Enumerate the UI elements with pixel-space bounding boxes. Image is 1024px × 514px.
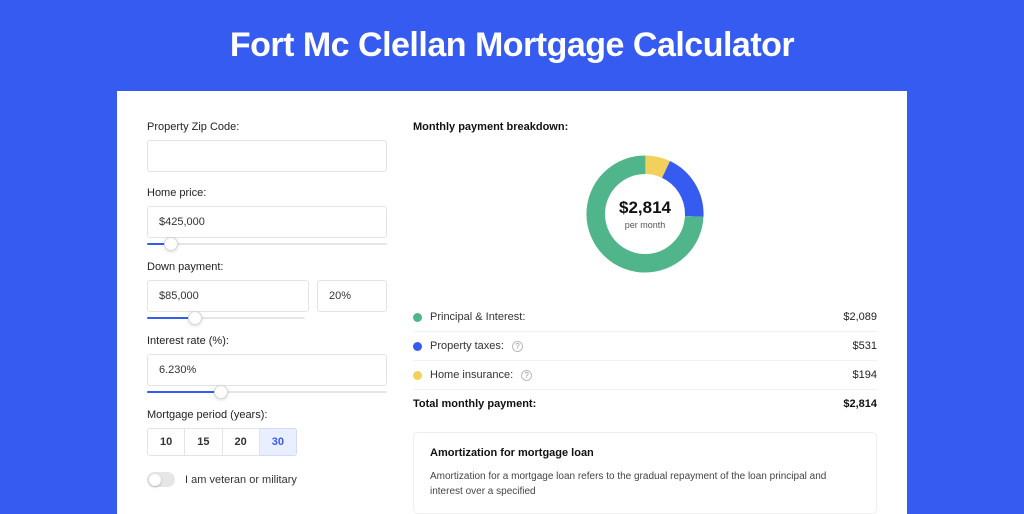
interest-rate-slider[interactable] [147, 388, 387, 396]
amortization-body: Amortization for a mortgage loan refers … [430, 469, 860, 499]
down-payment-input[interactable] [147, 280, 309, 312]
period-segmented: 10 15 20 30 [147, 428, 387, 456]
breakdown-column: Monthly payment breakdown: $2,814 per mo… [413, 121, 877, 514]
legend-value-tax: $531 [853, 340, 877, 352]
breakdown-heading: Monthly payment breakdown: [413, 121, 877, 133]
legend-label-total: Total monthly payment: [413, 398, 536, 410]
period-option-30[interactable]: 30 [260, 428, 297, 456]
period-label: Mortgage period (years): [147, 409, 387, 421]
home-price-slider[interactable] [147, 240, 387, 248]
legend-label-pi: Principal & Interest: [430, 311, 525, 323]
down-payment-label: Down payment: [147, 261, 387, 273]
info-icon[interactable]: ? [521, 370, 532, 381]
donut-chart: $2,814 per month [580, 149, 710, 279]
page-title: Fort Mc Clellan Mortgage Calculator [0, 0, 1024, 91]
period-option-20[interactable]: 20 [223, 428, 260, 456]
donut-amount: $2,814 [619, 198, 671, 218]
legend-row-pi: Principal & Interest: $2,089 [413, 303, 877, 331]
legend-label-tax: Property taxes: [430, 340, 504, 352]
legend-value-pi: $2,089 [843, 311, 877, 323]
legend-value-ins: $194 [853, 369, 877, 381]
down-payment-slider[interactable] [147, 314, 305, 322]
dot-pi [413, 313, 422, 322]
interest-rate-label: Interest rate (%): [147, 335, 387, 347]
amortization-heading: Amortization for mortgage loan [430, 447, 860, 459]
interest-rate-input[interactable] [147, 354, 387, 386]
slider-thumb[interactable] [214, 385, 228, 399]
down-payment-field: Down payment: [147, 261, 387, 322]
zip-input[interactable] [147, 140, 387, 172]
home-price-field: Home price: [147, 187, 387, 248]
legend-row-tax: Property taxes: ? $531 [413, 331, 877, 360]
donut-chart-wrap: $2,814 per month [413, 139, 877, 297]
interest-rate-field: Interest rate (%): [147, 335, 387, 396]
dot-tax [413, 342, 422, 351]
amortization-section: Amortization for mortgage loan Amortizat… [413, 432, 877, 514]
legend-value-total: $2,814 [843, 398, 877, 410]
zip-field: Property Zip Code: [147, 121, 387, 172]
period-option-10[interactable]: 10 [147, 428, 185, 456]
dot-ins [413, 371, 422, 380]
veteran-toggle-row: I am veteran or military [147, 472, 387, 487]
legend-row-ins: Home insurance: ? $194 [413, 360, 877, 389]
down-payment-pct-input[interactable] [317, 280, 387, 312]
slider-thumb[interactable] [164, 237, 178, 251]
toggle-knob [149, 474, 161, 486]
legend-label-ins: Home insurance: [430, 369, 513, 381]
donut-center: $2,814 per month [619, 198, 671, 230]
veteran-toggle[interactable] [147, 472, 175, 487]
legend-row-total: Total monthly payment: $2,814 [413, 389, 877, 418]
period-option-15[interactable]: 15 [185, 428, 222, 456]
legend: Principal & Interest: $2,089 Property ta… [413, 303, 877, 418]
slider-thumb[interactable] [188, 311, 202, 325]
veteran-label: I am veteran or military [185, 474, 297, 486]
calculator-card: Property Zip Code: Home price: Down paym… [117, 91, 907, 514]
period-field: Mortgage period (years): 10 15 20 30 [147, 409, 387, 456]
donut-sub: per month [619, 220, 671, 230]
home-price-label: Home price: [147, 187, 387, 199]
inputs-column: Property Zip Code: Home price: Down paym… [147, 121, 387, 514]
home-price-input[interactable] [147, 206, 387, 238]
zip-label: Property Zip Code: [147, 121, 387, 133]
info-icon[interactable]: ? [512, 341, 523, 352]
